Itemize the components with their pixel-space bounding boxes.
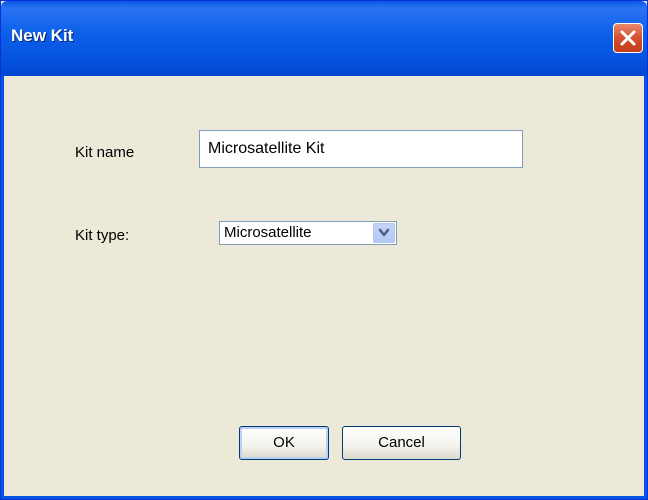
- kit-name-label: Kit name: [75, 144, 135, 161]
- cancel-button[interactable]: Cancel: [342, 426, 461, 460]
- close-icon: [620, 30, 636, 46]
- title-bar[interactable]: New Kit: [1, 1, 647, 76]
- kit-type-select[interactable]: Microsatellite: [219, 221, 397, 245]
- close-button[interactable]: [613, 23, 643, 53]
- kit-type-selected-value: Microsatellite: [224, 224, 312, 241]
- kit-type-dropdown-button[interactable]: [373, 223, 395, 243]
- window-title: New Kit: [11, 26, 74, 45]
- new-kit-dialog: New Kit Kit name Kit type: Microsatellit…: [0, 0, 648, 500]
- ok-button[interactable]: OK: [239, 426, 329, 460]
- kit-type-label: Kit type:: [75, 227, 130, 244]
- kit-name-input[interactable]: [199, 130, 523, 168]
- chevron-down-icon: [378, 228, 390, 237]
